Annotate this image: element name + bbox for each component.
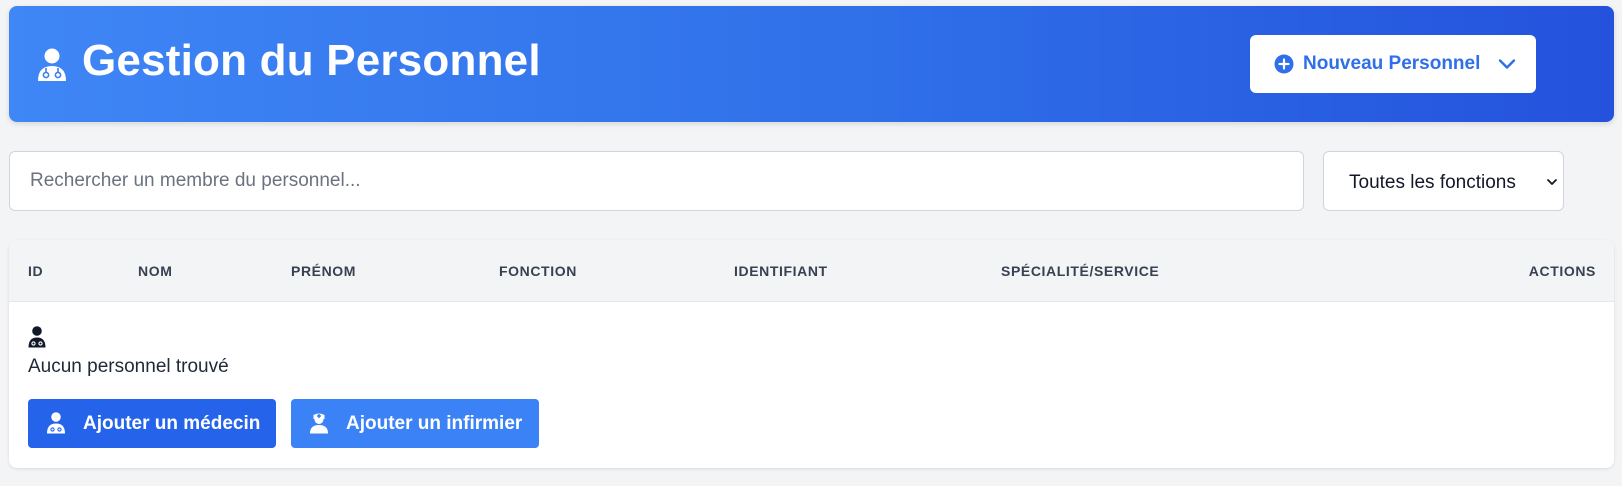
add-doctor-label: Ajouter un médecin [83,413,261,434]
add-nurse-label: Ajouter un infirmier [346,413,523,434]
add-doctor-button[interactable]: Ajouter un médecin [28,399,276,448]
page-header: Gestion du Personnel Nouveau Personnel [9,6,1614,122]
add-nurse-button[interactable]: Ajouter un infirmier [291,399,539,448]
user-doctor-icon [28,326,46,348]
user-doctor-icon [47,412,65,434]
new-staff-button[interactable]: Nouveau Personnel [1250,35,1536,93]
column-header-id[interactable]: ID [28,263,43,279]
filter-selected-value: Toutes les fonctions [1349,172,1516,193]
new-staff-label: Nouveau Personnel [1303,53,1481,74]
table-header: ID NOM PRÉNOM FONCTION IDENTIFIANT SPÉCI… [9,240,1614,302]
plus-circle-icon [1274,54,1294,74]
chevron-down-icon [1547,179,1557,185]
user-nurse-icon [310,413,328,434]
column-header-actions: ACTIONS [1528,263,1596,279]
column-header-fonction[interactable]: FONCTION [499,263,577,279]
page-title: Gestion du Personnel [82,36,541,85]
chevron-down-icon [1498,59,1516,69]
staff-table: ID NOM PRÉNOM FONCTION IDENTIFIANT SPÉCI… [9,240,1614,468]
column-header-specialite[interactable]: SPÉCIALITÉ/SERVICE [1001,263,1159,279]
column-header-nom[interactable]: NOM [138,263,172,279]
column-header-identifiant[interactable]: IDENTIFIANT [734,263,828,279]
function-filter-select[interactable]: Toutes les fonctions [1323,151,1564,211]
column-header-prenom[interactable]: PRÉNOM [291,263,356,279]
search-input[interactable] [9,151,1304,211]
user-doctor-icon [38,48,66,81]
empty-state-message: Aucun personnel trouvé [28,356,229,377]
